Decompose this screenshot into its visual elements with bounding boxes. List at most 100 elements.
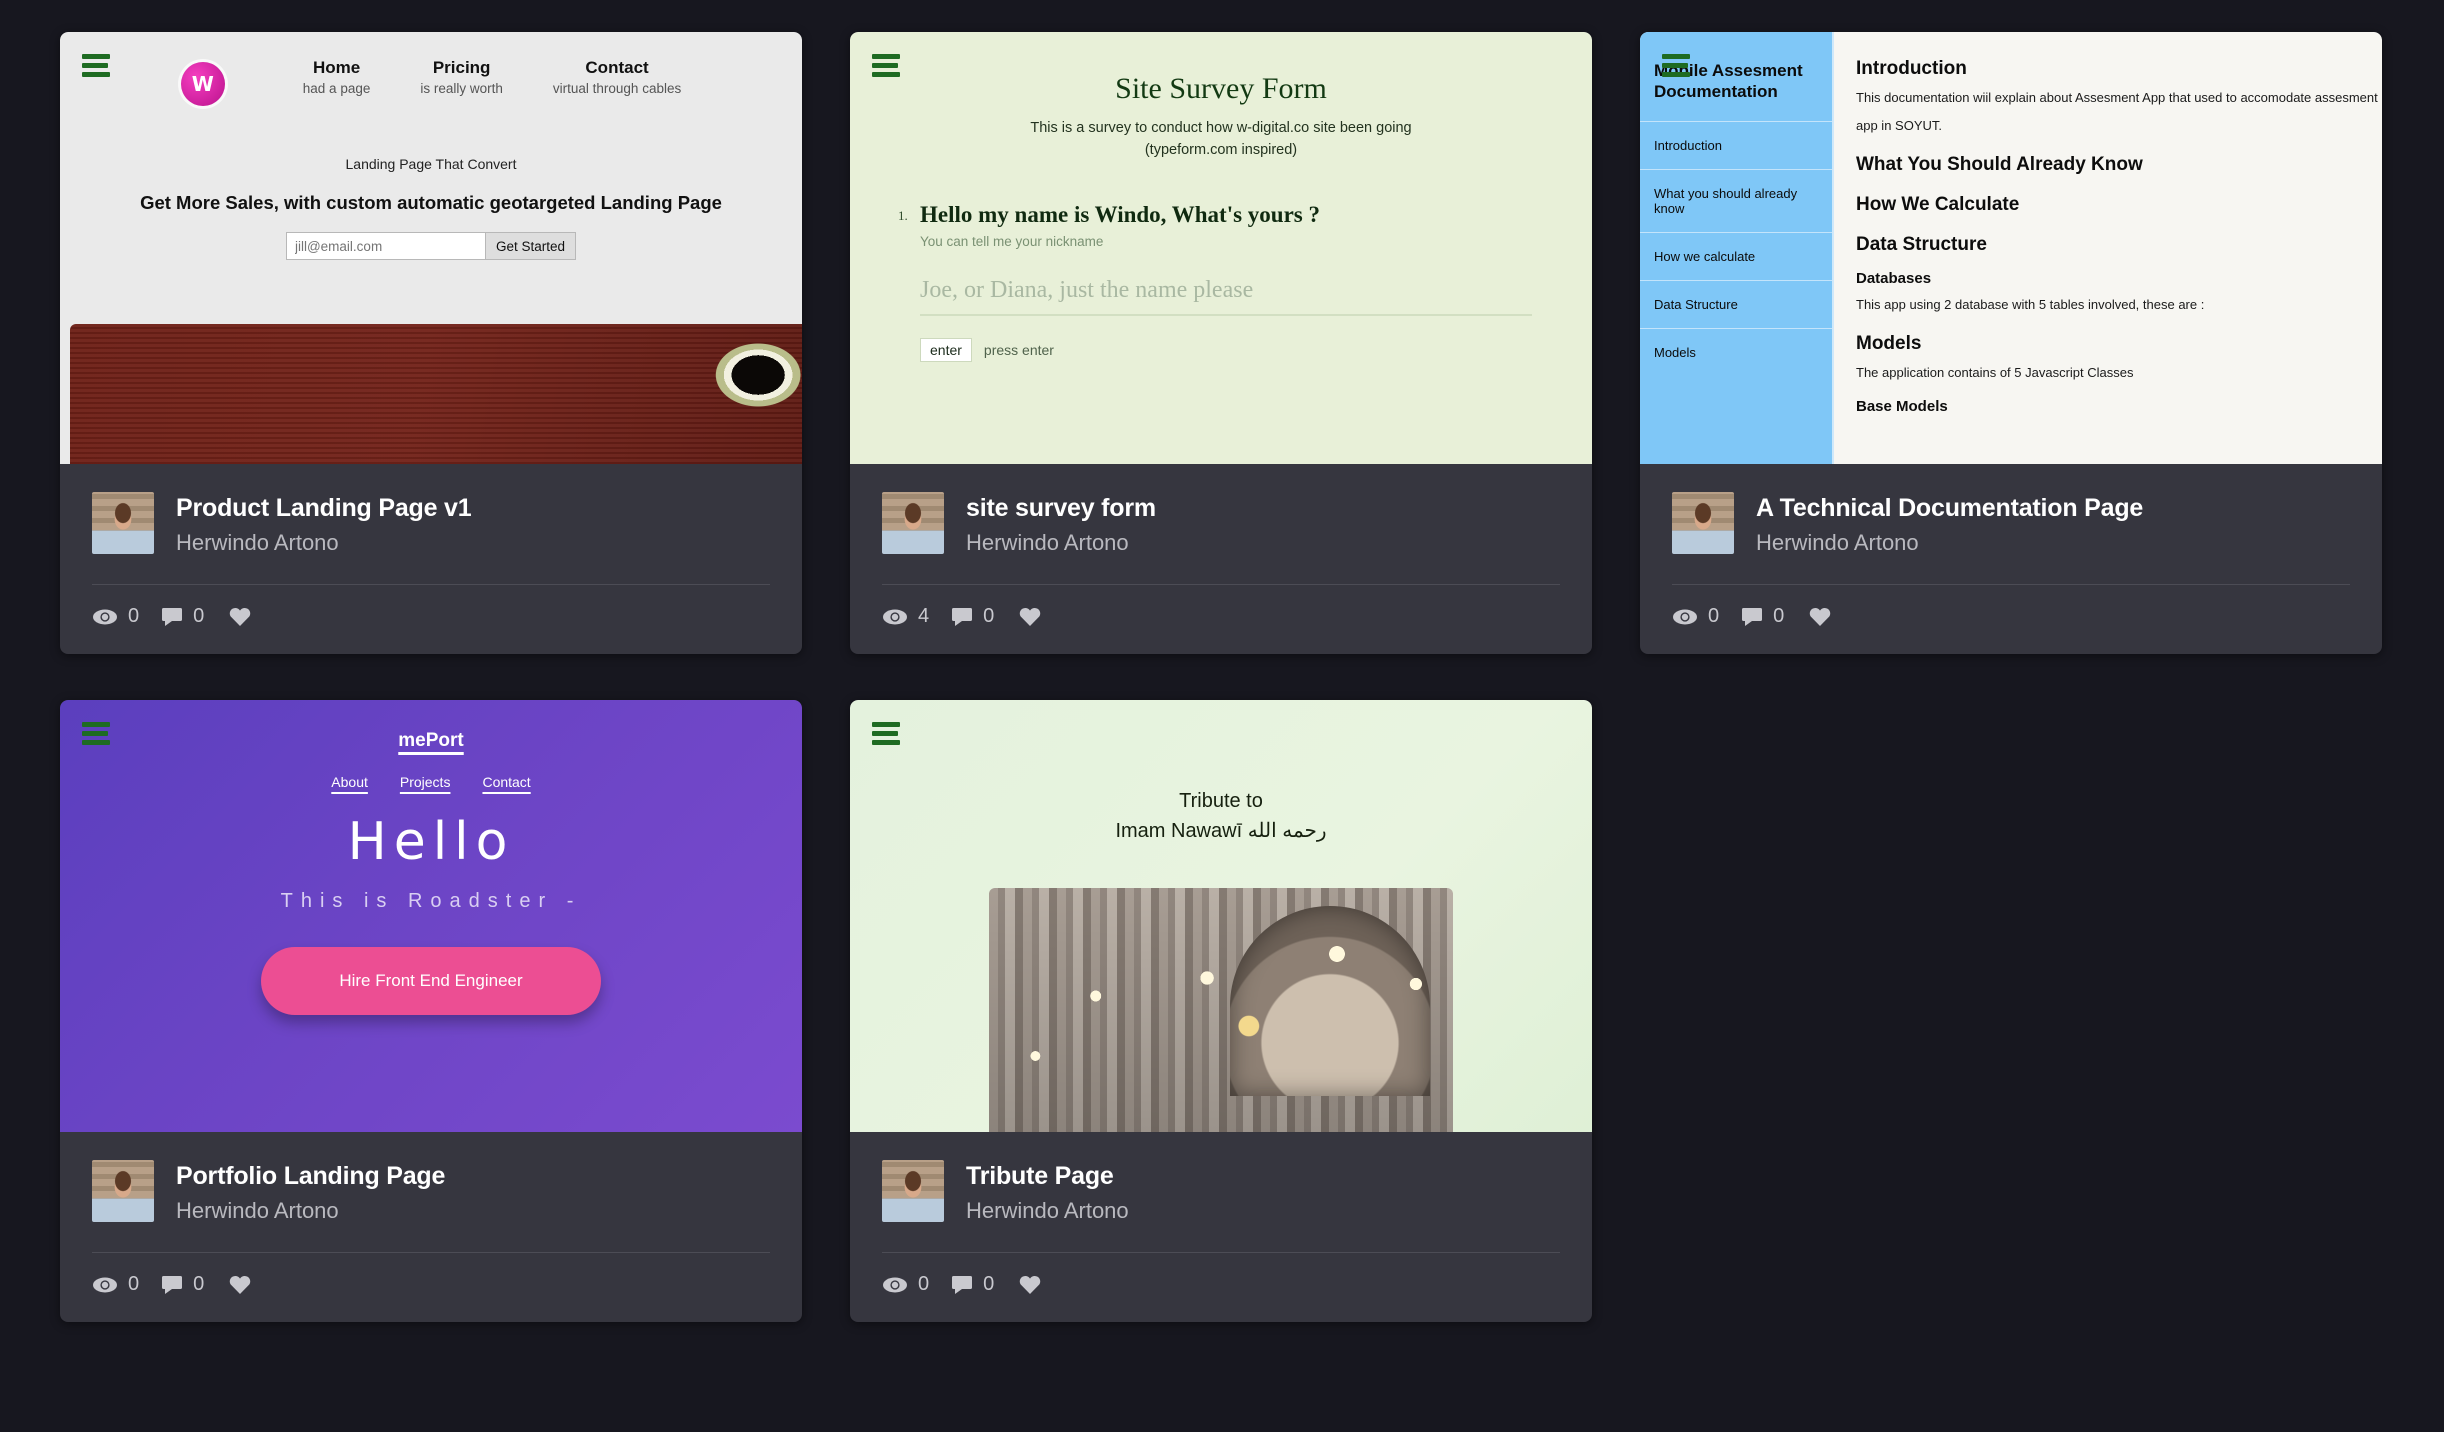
question-number: 1. xyxy=(898,207,908,223)
views-count: 4 xyxy=(918,605,930,627)
card-author: Herwindo Artono xyxy=(176,530,339,555)
heart-icon[interactable] xyxy=(1018,606,1042,628)
comments-count: 0 xyxy=(193,605,205,627)
sidebar-item-what-you-should-already-know[interactable]: What you should already know xyxy=(1640,168,1832,232)
project-card-technical-documentation[interactable]: Mobile Assesment Documentation Introduct… xyxy=(1640,32,2382,654)
hire-front-end-engineer-button[interactable]: Hire Front End Engineer xyxy=(261,947,601,1015)
comment-icon xyxy=(161,1275,183,1295)
card-stats: 0 0 xyxy=(1672,585,2350,654)
eye-icon xyxy=(1672,608,1698,626)
docs-paragraph-databases: This app using 2 database with 5 tables … xyxy=(1856,297,2205,313)
docs-paragraph-models: The application contains of 5 Javascript… xyxy=(1856,365,2134,381)
heart-icon[interactable] xyxy=(228,606,252,628)
card-meta: Portfolio Landing Page Herwindo Artono 0… xyxy=(60,1132,802,1322)
card-meta: Product Landing Page v1 Herwindo Artono … xyxy=(60,464,802,654)
card-meta: site survey form Herwindo Artono 4 0 xyxy=(850,464,1592,654)
avatar xyxy=(1672,492,1734,554)
card-author: Herwindo Artono xyxy=(176,1198,339,1223)
docs-heading-databases: Databases xyxy=(1856,270,1932,288)
comments-count: 0 xyxy=(983,1273,995,1295)
email-field[interactable] xyxy=(285,232,486,260)
brand-logo-letter: W xyxy=(191,72,214,96)
preview-navbar: About Projects Contact xyxy=(60,774,802,790)
get-started-button[interactable]: Get Started xyxy=(485,232,577,260)
card-title: Tribute Page xyxy=(966,1162,1114,1190)
survey-question-block: 1. Hello my name is Windo, What's yours … xyxy=(898,201,1532,362)
page-title: Get More Sales, with custom automatic ge… xyxy=(140,192,722,213)
enter-hint-label: press enter xyxy=(983,341,1054,358)
sidebar-item-data-structure[interactable]: Data Structure xyxy=(1640,279,1832,328)
tagline: Landing Page That Convert xyxy=(345,156,517,172)
question-hint: You can tell me your nickname xyxy=(920,233,1104,249)
nav-item-home[interactable]: Home had a page xyxy=(303,58,371,96)
eye-icon xyxy=(92,1276,118,1294)
preview-product-landing-page[interactable]: W Home had a page Pricing is really wort… xyxy=(60,32,802,464)
project-card-portfolio-landing-page[interactable]: mePort About Projects Contact Hello This… xyxy=(60,700,802,1322)
page-title: Site Survey Form xyxy=(1115,72,1327,105)
docs-heading-base-models: Base Models xyxy=(1856,397,1948,415)
docs-paragraph-introduction-2: app in SOYUT. xyxy=(1856,118,1942,134)
project-card-tribute-page[interactable]: Tribute to Imam Nawawī رحمه الله Tribute… xyxy=(850,700,1592,1322)
question-text: Hello my name is Windo, What's yours ? xyxy=(920,201,1321,227)
preview-tribute-page[interactable]: Tribute to Imam Nawawī رحمه الله xyxy=(850,700,1592,1132)
preview-portfolio-landing-page[interactable]: mePort About Projects Contact Hello This… xyxy=(60,700,802,1132)
hero-subheading: This is Roadster - xyxy=(280,890,582,912)
nav-item-about[interactable]: About xyxy=(331,774,368,790)
card-meta: A Technical Documentation Page Herwindo … xyxy=(1640,464,2382,654)
nav-item-pricing-label: Pricing xyxy=(432,58,491,77)
eye-icon xyxy=(882,608,908,626)
nav-item-home-label: Home xyxy=(312,58,361,77)
docs-heading-introduction: Introduction xyxy=(1856,58,1967,79)
page-title-line2: Imam Nawawī رحمه الله xyxy=(1115,820,1327,842)
eye-icon xyxy=(92,608,118,626)
card-stats: 0 0 xyxy=(92,1253,770,1322)
hamburger-menu-icon[interactable] xyxy=(872,722,900,749)
heart-icon[interactable] xyxy=(1018,1274,1042,1296)
hamburger-menu-icon[interactable] xyxy=(872,54,900,81)
enter-key-button[interactable]: enter xyxy=(920,337,972,362)
eye-icon xyxy=(882,1276,908,1294)
views-count: 0 xyxy=(1708,605,1720,627)
hero-image-coffee xyxy=(70,324,802,464)
hamburger-menu-icon[interactable] xyxy=(82,722,110,749)
project-card-product-landing-page[interactable]: W Home had a page Pricing is really wort… xyxy=(60,32,802,654)
avatar xyxy=(92,1160,154,1222)
hero-heading: Hello xyxy=(347,812,515,872)
project-card-site-survey-form[interactable]: Site Survey Form This is a survey to con… xyxy=(850,32,1592,654)
views-count: 0 xyxy=(918,1273,930,1295)
nav-item-contact-label: Contact xyxy=(585,58,649,77)
preview-technical-documentation[interactable]: Mobile Assesment Documentation Introduct… xyxy=(1640,32,2382,464)
nav-item-contact-sub: virtual through cables xyxy=(552,81,682,96)
nav-item-contact[interactable]: Contact virtual through cables xyxy=(553,58,681,96)
signup-form[interactable]: Get Started xyxy=(60,232,802,260)
comments-count: 0 xyxy=(193,1273,205,1295)
card-author: Herwindo Artono xyxy=(966,1198,1129,1223)
nav-item-pricing-sub: is really worth xyxy=(420,81,503,96)
nav-item-contact[interactable]: Contact xyxy=(482,774,530,790)
heart-icon[interactable] xyxy=(1808,606,1832,628)
hamburger-menu-icon[interactable] xyxy=(82,54,110,81)
docs-heading-how-we-calculate: How We Calculate xyxy=(1856,194,2020,216)
sidebar-item-models[interactable]: Models xyxy=(1640,327,1832,376)
card-meta: Tribute Page Herwindo Artono 0 0 xyxy=(850,1132,1592,1322)
docs-sidebar: Mobile Assesment Documentation Introduct… xyxy=(1640,32,1834,464)
page-title-line1: Tribute to xyxy=(1179,790,1263,812)
sidebar-item-how-we-calculate[interactable]: How we calculate xyxy=(1640,231,1832,280)
card-stats: 0 0 xyxy=(92,585,770,654)
sidebar-item-introduction[interactable]: Introduction xyxy=(1640,120,1832,169)
docs-content: Introduction This documentation wiil exp… xyxy=(1834,32,2382,464)
nav-item-projects[interactable]: Projects xyxy=(400,774,451,790)
nav-item-pricing[interactable]: Pricing is really worth xyxy=(420,58,503,96)
preview-site-survey-form[interactable]: Site Survey Form This is a survey to con… xyxy=(850,32,1592,464)
views-count: 0 xyxy=(128,1273,140,1295)
hamburger-menu-icon[interactable] xyxy=(1662,54,1690,81)
brand-logo-icon: W xyxy=(180,62,225,106)
answer-input[interactable]: Joe, or Diana, just the name please xyxy=(920,277,1532,316)
comment-icon xyxy=(161,607,183,627)
heart-icon[interactable] xyxy=(228,1274,252,1296)
docs-heading-models: Models xyxy=(1856,333,1922,355)
card-title: site survey form xyxy=(966,494,1156,522)
card-title: A Technical Documentation Page xyxy=(1756,494,2144,522)
page-subtitle: This is a survey to conduct how w-digita… xyxy=(850,118,1592,162)
comments-count: 0 xyxy=(1773,605,1785,627)
